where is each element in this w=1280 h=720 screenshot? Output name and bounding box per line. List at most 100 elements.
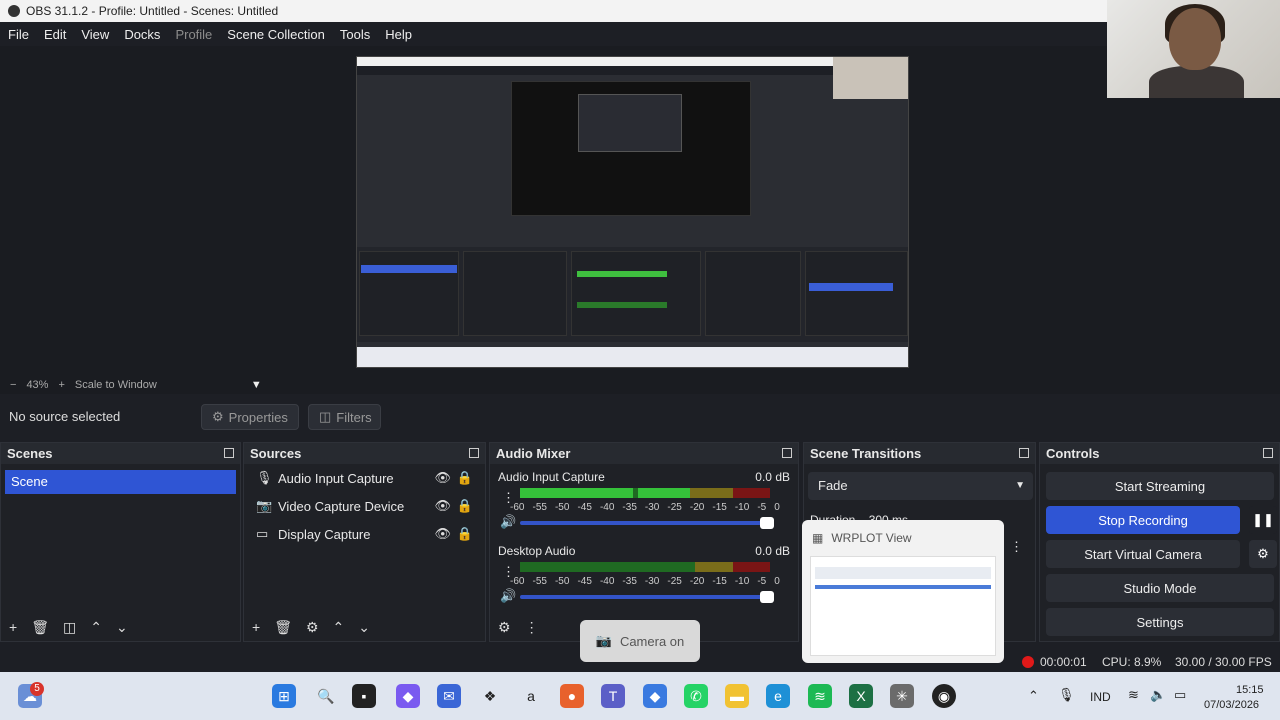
undock-icon[interactable]: [224, 448, 234, 458]
volume-icon[interactable]: 🔈: [1150, 687, 1166, 703]
spotify-icon[interactable]: ≋: [808, 684, 832, 708]
settings-button[interactable]: Settings: [1046, 608, 1274, 636]
more-icon[interactable]: ⋮: [525, 619, 539, 636]
start-streaming-button[interactable]: Start Streaming: [1046, 472, 1274, 500]
arrow-down-icon[interactable]: ⌄: [116, 619, 128, 636]
wifi-icon[interactable]: ≋: [1128, 687, 1139, 703]
copilot-icon[interactable]: ◆: [396, 684, 420, 708]
source-item[interactable]: ▭ Display Capture 👁 🔒: [244, 520, 485, 548]
microphone-icon: 🎙: [256, 470, 273, 485]
stop-recording-button[interactable]: Stop Recording: [1046, 506, 1240, 534]
battery-icon[interactable]: ▭: [1174, 687, 1186, 703]
filter-icon: ◫: [319, 409, 332, 424]
windows-start-icon[interactable]: ⊞: [272, 684, 296, 708]
task-view-icon[interactable]: ▪: [352, 684, 376, 708]
wrplot-preview-popup[interactable]: ▦ WRPLOT View: [802, 520, 1004, 663]
arrow-up-icon[interactable]: ⌃: [90, 619, 102, 636]
eye-icon[interactable]: 👁: [434, 498, 451, 514]
undock-icon[interactable]: [1263, 448, 1273, 458]
filters-button[interactable]: ◫ Filters: [308, 404, 381, 430]
clock-time[interactable]: 15:15: [1236, 684, 1264, 696]
trash-icon[interactable]: 🗑: [31, 619, 49, 636]
pause-icon[interactable]: ❚❚: [1249, 506, 1277, 534]
properties-button[interactable]: ⚙ Properties: [201, 404, 299, 430]
volume-slider[interactable]: [520, 591, 774, 603]
chevron-down-icon[interactable]: ▼: [251, 379, 262, 391]
zoom-percent: 43%: [26, 379, 49, 391]
menu-docks[interactable]: Docks: [124, 27, 160, 42]
amazon-icon[interactable]: a: [519, 684, 543, 708]
nested-taskbar: [357, 347, 908, 367]
preview-canvas[interactable]: [356, 56, 909, 368]
wrplot-thumbnail[interactable]: [810, 556, 996, 656]
clock-date[interactable]: 07/03/2026: [1204, 699, 1259, 711]
menu-view[interactable]: View: [81, 27, 109, 42]
audio-mixer-dock: Audio Mixer Audio Input Capture 0.0 dB ⋮ …: [489, 442, 799, 642]
search-icon[interactable]: 🔍: [314, 684, 338, 708]
mixer-channel: Desktop Audio 0.0 dB ⋮ -60 -55 -50 -45 -40 -35…: [490, 538, 798, 612]
gear-icon[interactable]: ⚙: [1249, 540, 1277, 568]
outlook-icon[interactable]: ✉: [437, 684, 461, 708]
lock-icon[interactable]: 🔒: [457, 526, 473, 542]
speaker-icon[interactable]: 🔊: [500, 514, 516, 530]
speaker-icon[interactable]: 🔊: [500, 588, 516, 604]
scenes-dock: Scenes Scene + 🗑 ◫ ⌃ ⌄: [0, 442, 241, 642]
meter-ticks: -60 -55 -50 -45 -40 -35 -30 -25 -20 -15 -10 -5 0: [510, 576, 780, 587]
scenes-title: Scenes: [7, 446, 53, 461]
add-icon[interactable]: +: [9, 619, 17, 635]
chevron-up-icon[interactable]: ⌃: [1028, 688, 1039, 704]
studio-mode-button[interactable]: Studio Mode: [1046, 574, 1274, 602]
source-item[interactable]: 📷 Video Capture Device 👁 🔒: [244, 492, 485, 520]
cpu-usage: CPU: 8.9%: [1102, 655, 1162, 669]
scene-item[interactable]: Scene: [5, 470, 236, 494]
firefox-icon[interactable]: ●: [560, 684, 584, 708]
volume-slider[interactable]: [520, 517, 774, 529]
channel-name: Audio Input Capture: [498, 470, 605, 484]
controls-dock: Controls Start Streaming Stop Recording …: [1039, 442, 1280, 642]
dropbox-icon[interactable]: ❖: [478, 684, 502, 708]
recording-time: 00:00:01: [1040, 655, 1087, 669]
start-virtual-camera-button[interactable]: Start Virtual Camera: [1046, 540, 1240, 568]
eye-icon[interactable]: 👁: [434, 526, 451, 542]
teams-icon[interactable]: T: [601, 684, 625, 708]
whatsapp-icon[interactable]: ✆: [684, 684, 708, 708]
undock-icon[interactable]: [1019, 448, 1029, 458]
excel-icon[interactable]: X: [849, 684, 873, 708]
trash-icon[interactable]: 🗑: [274, 619, 292, 636]
eye-icon[interactable]: 👁: [434, 470, 451, 486]
transitions-title: Scene Transitions: [810, 446, 922, 461]
menu-scene-collection[interactable]: Scene Collection: [227, 27, 325, 42]
add-icon[interactable]: +: [252, 619, 260, 635]
volume-meter: [520, 488, 770, 498]
undock-icon[interactable]: [469, 448, 479, 458]
menu-file[interactable]: File: [8, 27, 29, 42]
undock-icon[interactable]: [782, 448, 792, 458]
app-icon[interactable]: ◆: [643, 684, 667, 708]
file-explorer-icon[interactable]: ▬: [725, 684, 749, 708]
edge-icon[interactable]: e: [766, 684, 790, 708]
zoom-out-button[interactable]: −: [10, 379, 16, 391]
zoom-in-button[interactable]: +: [58, 379, 64, 391]
gear-icon[interactable]: ⚙: [498, 619, 511, 636]
more-icon[interactable]: ⋮: [1010, 539, 1023, 555]
menu-help[interactable]: Help: [385, 27, 412, 42]
transition-select[interactable]: Fade ▼: [808, 472, 1033, 500]
language-indicator[interactable]: IND: [1090, 690, 1111, 704]
channel-db: 0.0 dB: [755, 544, 790, 558]
lock-icon[interactable]: 🔒: [457, 498, 473, 514]
filter-icon[interactable]: ◫: [63, 619, 76, 636]
gear-icon[interactable]: ⚙: [306, 619, 319, 636]
title-bar: OBS 31.1.2 - Profile: Untitled - Scenes:…: [0, 0, 1280, 22]
scale-mode-select[interactable]: Scale to Window: [75, 379, 157, 391]
obs-app-icon[interactable]: ◉: [932, 684, 956, 708]
source-item[interactable]: 🎙 Audio Input Capture 👁 🔒: [244, 464, 485, 492]
wrplot-app-icon[interactable]: ✳: [890, 684, 914, 708]
arrow-up-icon[interactable]: ⌃: [333, 619, 345, 636]
menu-edit[interactable]: Edit: [44, 27, 66, 42]
microphone-icon[interactable]: 🎙: [1058, 687, 1075, 703]
menu-profile[interactable]: Profile: [175, 27, 212, 42]
menu-tools[interactable]: Tools: [340, 27, 370, 42]
arrow-down-icon[interactable]: ⌄: [358, 619, 370, 636]
windows-taskbar: ☁ 5 ⊞ 🔍 ▪ ◆ ✉ ❖ a ● T ◆ ✆ ▬ e ≋ X ✳ ◉ ⌃ …: [0, 672, 1280, 720]
lock-icon[interactable]: 🔒: [457, 470, 473, 486]
